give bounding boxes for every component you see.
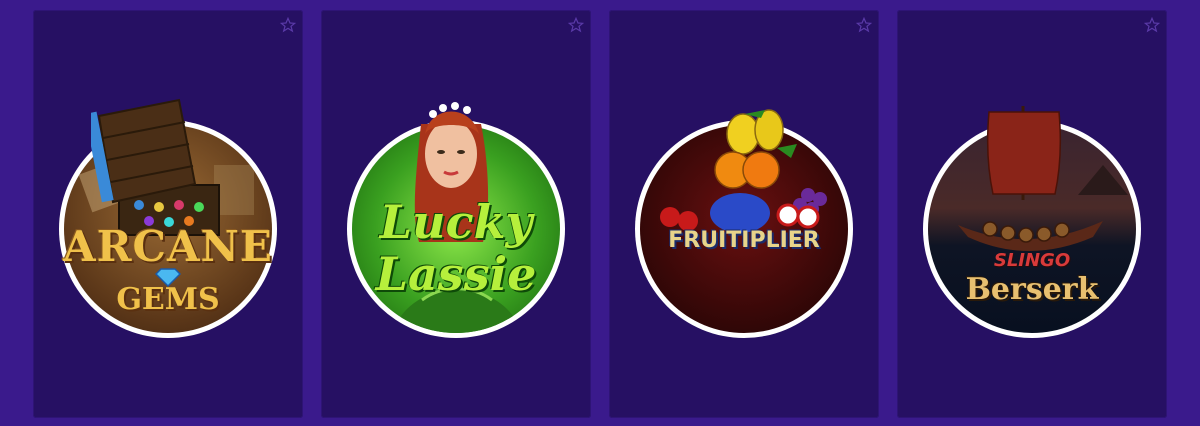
game-title: FRUITIPLIER xyxy=(668,228,820,253)
game-subtitle: GEMS xyxy=(116,282,220,317)
star-outline-icon[interactable] xyxy=(856,17,872,33)
game-subtitle: Berserk xyxy=(965,272,1099,307)
star-outline-icon[interactable] xyxy=(568,17,584,33)
game-card-fruitiplier[interactable]: FRUITIPLIER xyxy=(609,10,879,418)
game-card-lucky-lassie[interactable]: Lucky Lassie xyxy=(321,10,591,418)
game-title: SLINGO xyxy=(993,250,1071,271)
game-title: Lucky xyxy=(379,195,533,249)
game-title: ARCANE xyxy=(63,222,273,271)
game-grid: ARCANE GEMS Lucky Lassie FRUITIPLIER SLI… xyxy=(33,10,1168,418)
game-card-arcane-gems[interactable]: ARCANE GEMS xyxy=(33,10,303,418)
game-subtitle: Lassie xyxy=(375,247,537,301)
star-outline-icon[interactable] xyxy=(1144,17,1160,33)
game-card-slingo-berserk[interactable]: SLINGO Berserk xyxy=(897,10,1167,418)
star-outline-icon[interactable] xyxy=(280,17,296,33)
